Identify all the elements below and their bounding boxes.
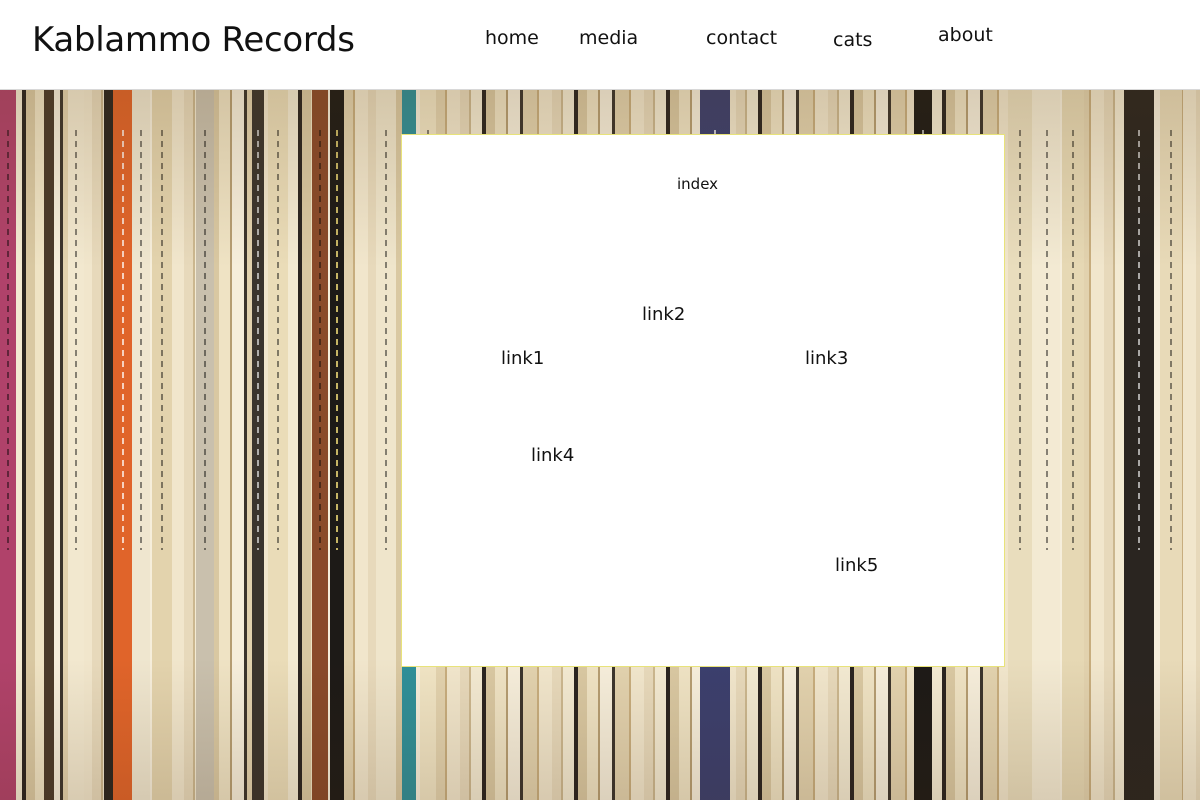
nav-home-link[interactable]: home	[485, 27, 539, 49]
content-panel: index link2 link1 link3 link4 link5	[401, 134, 1005, 667]
link3[interactable]: link3	[805, 348, 848, 369]
link5[interactable]: link5	[835, 555, 878, 576]
nav-contact-link[interactable]: contact	[706, 27, 777, 49]
link2[interactable]: link2	[642, 304, 685, 325]
index-link[interactable]: index	[677, 175, 718, 193]
nav-cats-link[interactable]: cats	[833, 29, 872, 51]
nav-about-link[interactable]: about	[938, 24, 993, 46]
nav-media-link[interactable]: media	[579, 27, 638, 49]
link1[interactable]: link1	[501, 348, 544, 369]
site-header: Kablammo Records home media contact cats…	[0, 0, 1200, 90]
link4[interactable]: link4	[531, 445, 574, 466]
page: Kablammo Records home media contact cats…	[0, 0, 1200, 800]
site-title[interactable]: Kablammo Records	[32, 20, 355, 60]
